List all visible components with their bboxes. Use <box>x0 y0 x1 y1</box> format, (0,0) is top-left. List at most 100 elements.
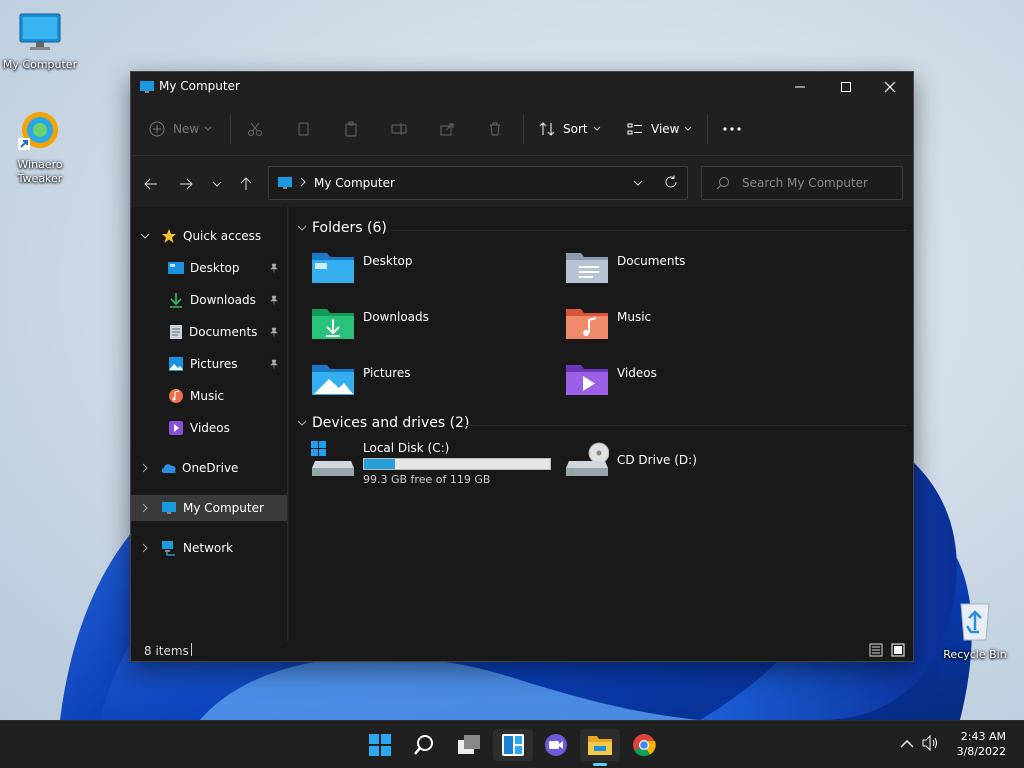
forward-button[interactable] <box>174 172 198 196</box>
more-options-button[interactable] <box>723 116 741 142</box>
desktop-folder-icon <box>312 253 354 283</box>
paste-button[interactable] <box>343 116 359 142</box>
chat-button[interactable] <box>536 729 576 761</box>
clock-date: 3/8/2022 <box>956 745 1006 758</box>
folder-music[interactable]: Music <box>565 305 805 349</box>
sort-button[interactable]: Sort <box>539 116 601 142</box>
pictures-icon <box>169 357 183 371</box>
arrow-right-icon <box>180 178 193 190</box>
download-icon <box>170 293 182 308</box>
sidebar-item-videos[interactable]: Videos <box>131 415 287 441</box>
star-icon <box>162 229 176 243</box>
active-app-indicator <box>593 763 607 766</box>
task-view-button[interactable] <box>449 729 489 761</box>
tiles-view-icon[interactable] <box>891 643 905 660</box>
pictures-folder-icon <box>312 365 354 395</box>
drive-d[interactable]: CD Drive (D:) <box>565 441 805 485</box>
sidebar-item-desktop[interactable]: Desktop <box>131 255 287 281</box>
file-explorer-window: My Computer New Sort View My Computer Se… <box>130 71 914 662</box>
sidebar-item-network[interactable]: Network <box>131 535 287 561</box>
details-view-icon[interactable] <box>869 643 883 660</box>
recycle-bin-icon <box>935 600 1015 646</box>
pin-icon <box>270 359 278 369</box>
monitor-icon <box>0 12 80 56</box>
desktop-icon-my-computer[interactable]: My Computer <box>0 12 80 72</box>
view-button[interactable]: View <box>627 116 692 142</box>
start-button[interactable] <box>360 729 400 761</box>
more-icon <box>723 127 741 131</box>
command-bar: New Sort View <box>131 102 913 156</box>
videos-icon <box>169 421 183 435</box>
address-bar[interactable]: My Computer <box>268 166 688 200</box>
maximize-button[interactable] <box>823 72 869 102</box>
title-bar[interactable]: My Computer <box>131 72 913 102</box>
copy-icon <box>298 122 309 136</box>
delete-button[interactable] <box>487 116 503 142</box>
sidebar-item-music[interactable]: Music <box>131 383 287 409</box>
chrome-button[interactable] <box>624 729 664 761</box>
view-icon <box>627 123 642 135</box>
back-button[interactable] <box>139 172 163 196</box>
copy-button[interactable] <box>295 116 311 142</box>
widgets-icon <box>502 734 524 756</box>
drive-usage-bar <box>363 458 551 470</box>
monitor-icon <box>139 79 155 98</box>
folder-downloads[interactable]: Downloads <box>311 305 551 349</box>
desktop-folder-icon <box>168 262 184 274</box>
search-input[interactable]: Search My Computer <box>701 166 903 200</box>
arrow-left-icon <box>144 178 157 190</box>
music-folder-icon <box>566 309 608 339</box>
status-bar: 8 items <box>131 641 913 661</box>
folders-group-header[interactable]: Folders (6) <box>297 220 387 236</box>
sidebar-item-downloads[interactable]: Downloads <box>131 287 287 313</box>
desktop-icon-label: Recycle Bin <box>943 648 1007 661</box>
rename-icon <box>391 123 407 135</box>
pin-icon <box>270 295 278 305</box>
paste-icon <box>345 121 357 137</box>
search-button[interactable] <box>404 729 444 761</box>
recent-locations-button[interactable] <box>205 172 229 196</box>
file-explorer-button[interactable] <box>580 729 620 766</box>
share-button[interactable] <box>439 116 455 142</box>
clock[interactable]: 2:43 AM 3/8/2022 <box>957 729 1006 759</box>
sidebar-item-documents[interactable]: Documents <box>131 319 287 345</box>
close-button[interactable] <box>867 72 913 102</box>
clock-time: 2:43 AM <box>960 730 1006 743</box>
minimize-button[interactable] <box>777 72 823 102</box>
chevron-down-icon <box>593 126 600 131</box>
drive-free-space: 99.3 GB free of 119 GB <box>363 473 491 486</box>
desktop-icon-winaero-tweaker[interactable]: Winaero Tweaker <box>0 108 80 186</box>
pin-icon <box>270 263 278 273</box>
volume-icon[interactable] <box>922 734 940 754</box>
up-button[interactable] <box>234 172 258 196</box>
sort-icon <box>539 122 555 136</box>
refresh-icon[interactable] <box>664 175 678 192</box>
chevron-up-icon[interactable] <box>900 738 914 752</box>
drive-c[interactable]: Local Disk (C:) 99.3 GB free of 119 GB <box>311 441 561 491</box>
rename-button[interactable] <box>391 116 407 142</box>
winaero-icon <box>0 108 80 156</box>
sidebar-item-pictures[interactable]: Pictures <box>131 351 287 377</box>
desktop-icon-label: My Computer <box>2 58 78 71</box>
drives-group-header[interactable]: Devices and drives (2) <box>297 415 469 431</box>
chrome-icon <box>633 734 656 757</box>
chevron-down-icon <box>140 233 150 239</box>
monitor-icon <box>277 175 293 194</box>
folder-desktop[interactable]: Desktop <box>311 249 551 293</box>
folder-pictures[interactable]: Pictures <box>311 361 551 405</box>
address-dropdown-icon[interactable] <box>633 177 643 191</box>
toolbar-divider <box>523 114 524 144</box>
chevron-right-icon <box>142 503 148 513</box>
arrow-up-icon <box>240 177 252 190</box>
sidebar-item-my-computer[interactable]: My Computer <box>131 495 287 521</box>
folder-videos[interactable]: Videos <box>565 361 805 405</box>
breadcrumb[interactable]: My Computer <box>314 176 395 190</box>
sidebar-item-onedrive[interactable]: OneDrive <box>131 455 287 481</box>
drive-usage-fill <box>364 459 395 469</box>
folder-documents[interactable]: Documents <box>565 249 805 293</box>
new-button[interactable]: New <box>149 116 212 142</box>
cut-button[interactable] <box>247 116 263 142</box>
nav-quick-access[interactable]: Quick access <box>131 223 287 249</box>
widgets-button[interactable] <box>493 729 533 761</box>
desktop-icon-recycle-bin[interactable]: Recycle Bin <box>935 600 1015 662</box>
